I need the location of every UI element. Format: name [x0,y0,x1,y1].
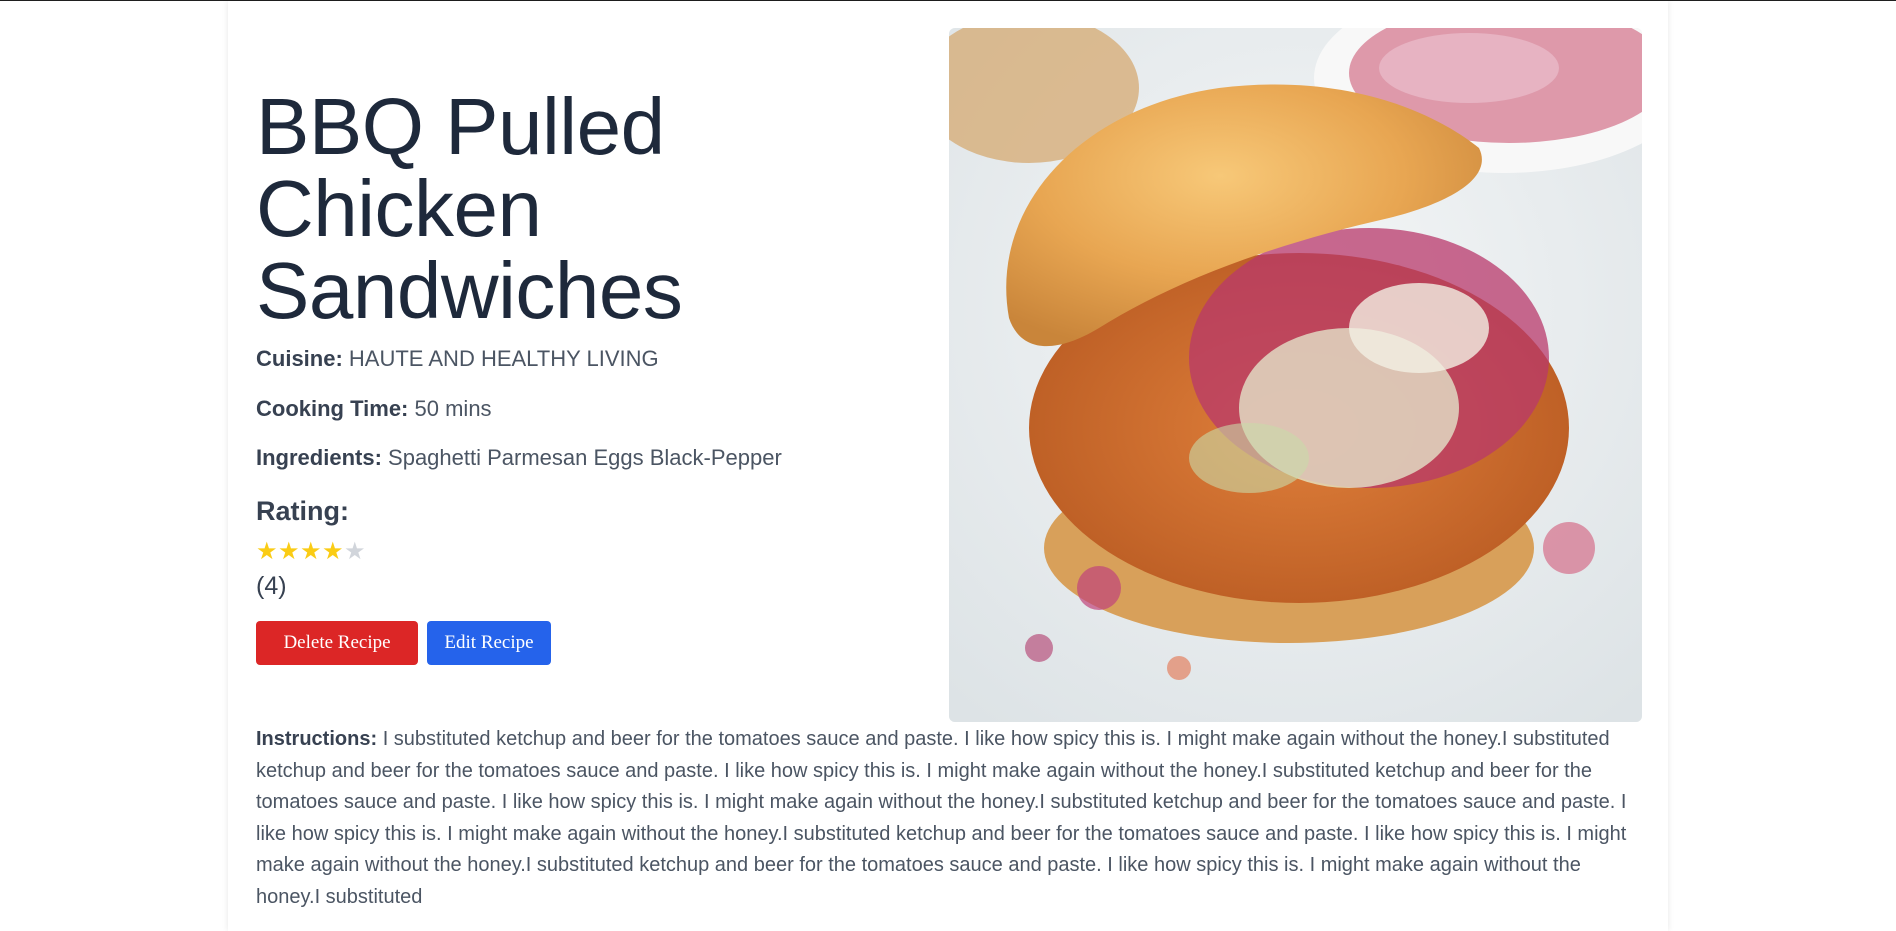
recipe-title-line-2: Chicken [256,164,542,253]
cuisine-label: Cuisine: [256,346,343,371]
recipe-photo [949,28,1642,722]
instructions-paragraph: Instructions: I substituted ketchup and … [256,724,1648,914]
ingredients-row: Ingredients: Spaghetti Parmesan Eggs Bla… [256,445,782,471]
rating-label: Rating: [256,496,349,526]
star-rating: ★★★★★ [256,536,366,566]
edit-recipe-button[interactable]: Edit Recipe [427,621,551,665]
ingredients-label: Ingredients: [256,445,382,470]
star-filled-icon: ★ [278,537,301,565]
instructions-text: I substituted ketchup and beer for the t… [256,728,1627,908]
cooking-time-label: Cooking Time: [256,396,409,421]
cooking-time-value: 50 mins [414,396,492,421]
recipe-title: BBQ Pulled Chicken Sandwiches [256,86,906,332]
rating-count: (4) [256,572,287,600]
recipe-card: BBQ Pulled Chicken Sandwiches Cuisine: H… [228,1,1668,931]
recipe-title-line-3: Sandwiches [256,246,683,335]
star-filled-icon: ★ [300,537,323,565]
instructions-label: Instructions: [256,728,378,750]
delete-recipe-button[interactable]: Delete Recipe [256,621,418,665]
cooking-time-row: Cooking Time: 50 mins [256,396,492,422]
sandwich-photo-icon [949,28,1642,722]
cuisine-row: Cuisine: HAUTE AND HEALTHY LIVING [256,346,659,372]
star-filled-icon: ★ [256,537,279,565]
cuisine-value: HAUTE AND HEALTHY LIVING [348,346,659,371]
star-empty-icon: ★ [344,537,367,565]
recipe-header: BBQ Pulled Chicken Sandwiches [256,86,906,332]
ingredients-value: Spaghetti Parmesan Eggs Black-Pepper [388,445,782,470]
recipe-title-line-1: BBQ Pulled [256,82,665,171]
star-filled-icon: ★ [322,537,345,565]
